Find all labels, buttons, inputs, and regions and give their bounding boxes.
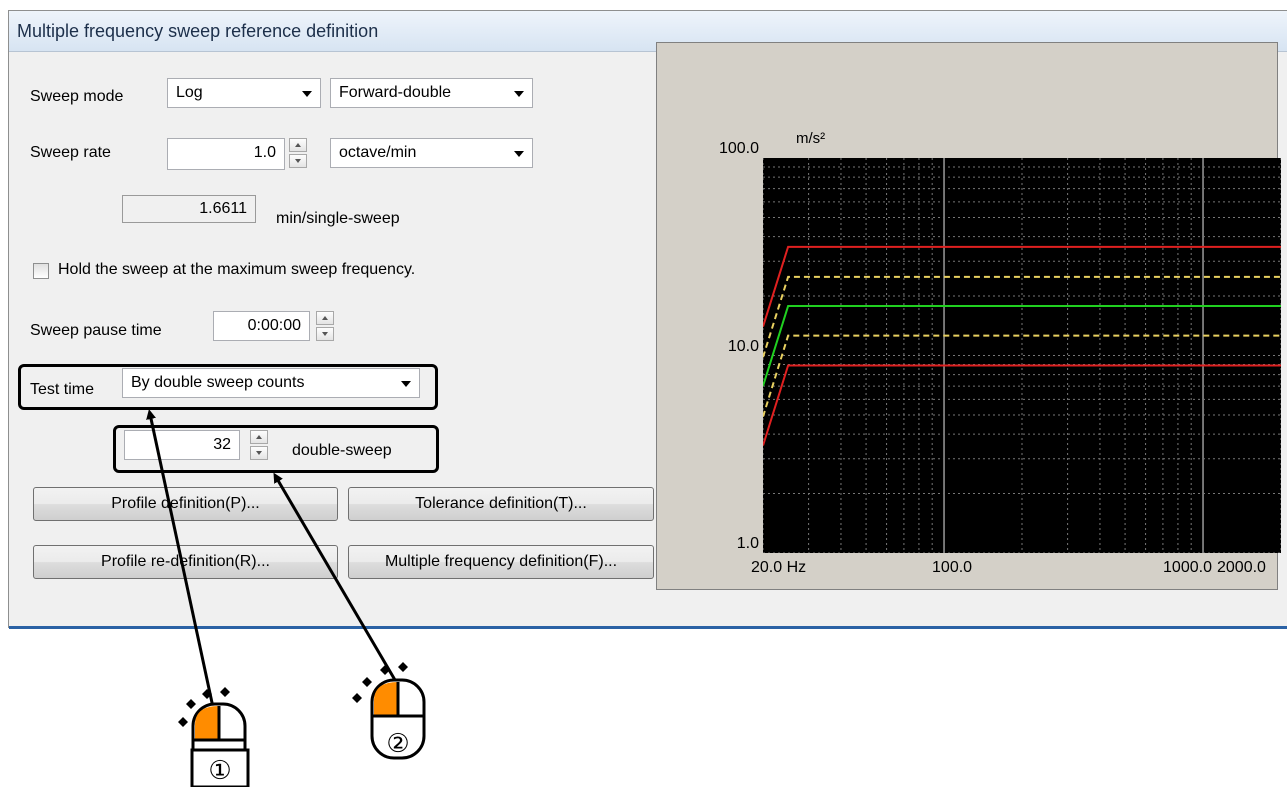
callout-2-arrow xyxy=(273,472,397,681)
callout-1-arrow xyxy=(146,409,216,713)
callout-1-number: ① xyxy=(208,756,231,786)
annotation-overlay: ① ② xyxy=(146,409,426,787)
callout-2-number: ② xyxy=(386,729,409,759)
